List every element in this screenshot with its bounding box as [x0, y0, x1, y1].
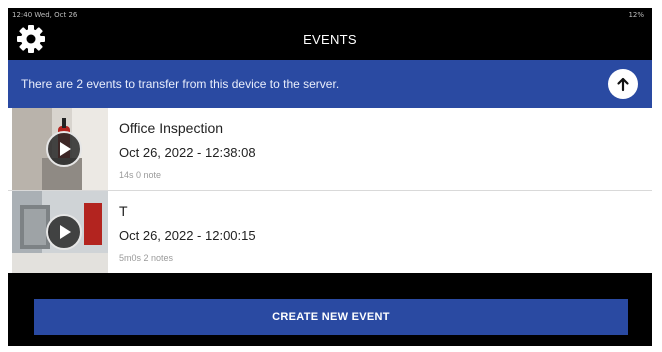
arrow-up-icon: [617, 77, 629, 92]
event-meta: 5m0s 2 notes: [119, 253, 174, 263]
event-list: Office Inspection Oct 26, 2022 - 12:38:0…: [8, 108, 652, 273]
app-screen: 12:40 Wed, Oct 26 12% EVENTS There are 2…: [8, 8, 652, 346]
event-meta: 14s 0 note: [119, 170, 162, 180]
top-bar: EVENTS: [8, 22, 652, 58]
event-row[interactable]: Office Inspection Oct 26, 2022 - 12:38:0…: [8, 108, 652, 190]
upload-button[interactable]: [608, 69, 638, 99]
status-time: 12:40 Wed, Oct 26: [12, 11, 78, 19]
event-date: Oct 26, 2022 - 12:00:15: [119, 228, 256, 243]
event-thumbnail: [12, 108, 108, 190]
page-title: EVENTS: [303, 32, 357, 47]
play-icon: [46, 131, 82, 167]
transfer-banner: There are 2 events to transfer from this…: [8, 60, 652, 108]
event-date: Oct 26, 2022 - 12:38:08: [119, 145, 256, 160]
transfer-message: There are 2 events to transfer from this…: [21, 77, 340, 91]
event-row[interactable]: T Oct 26, 2022 - 12:00:15 5m0s 2 notes: [8, 191, 652, 273]
event-thumbnail: [12, 191, 108, 273]
status-battery: 12%: [628, 11, 644, 19]
event-title: Office Inspection: [119, 120, 224, 136]
create-event-button[interactable]: CREATE NEW EVENT: [34, 299, 628, 335]
play-icon: [46, 214, 82, 250]
event-title: T: [119, 203, 128, 219]
status-bar: 12:40 Wed, Oct 26 12%: [8, 8, 652, 22]
